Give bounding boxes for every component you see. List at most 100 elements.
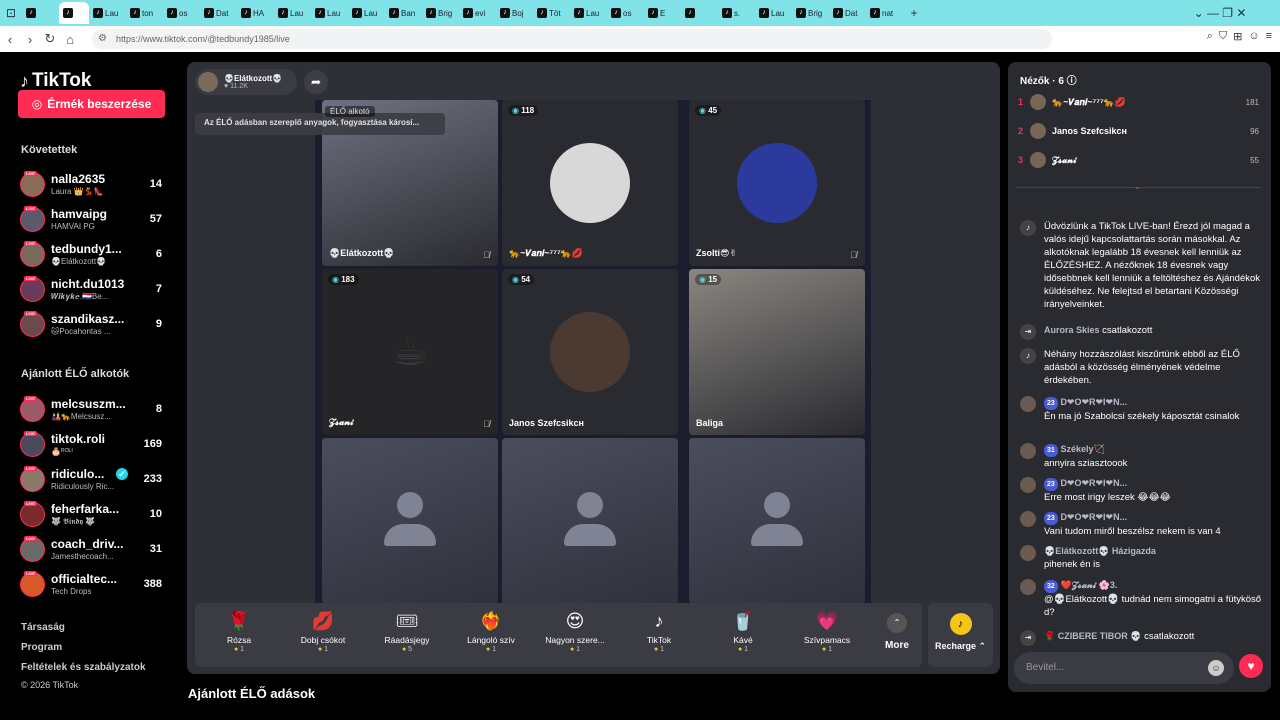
browser-tab[interactable]: ♪ Lau (89, 2, 126, 24)
browser-tab[interactable]: ♪ Lau (348, 2, 385, 24)
browser-tab[interactable]: ♪ Dat (829, 2, 866, 24)
sidebar-account[interactable]: LIVE ✔ ridiculo... Ridiculously Ric... 233 (20, 464, 168, 494)
shield-icon[interactable]: ⛉ (1219, 30, 1227, 43)
browser-tab[interactable]: ♪ evi (459, 2, 496, 24)
viewer-avatar[interactable] (1030, 94, 1046, 110)
gift-item[interactable]: 🥤 Kávé1 (702, 609, 784, 653)
tiktok-logo[interactable]: ♪ TikTok (20, 70, 91, 92)
get-coins-button[interactable]: ◎ Érmék beszerzése (18, 90, 165, 118)
chat-username[interactable]: 🌹 CZIBERE TIBOR 💀 (1044, 631, 1141, 641)
menu-icon[interactable]: ≡ (1266, 30, 1272, 43)
chat-username[interactable]: D❤O❤R❤I❤N... (1060, 397, 1127, 407)
viewer-avatar[interactable] (1030, 152, 1046, 168)
gift-item[interactable]: 😍 Nagyon szere...1 (534, 609, 616, 653)
browser-tab[interactable]: ♪ Lau (274, 2, 311, 24)
avatar[interactable]: LIVE (20, 500, 45, 527)
gift-item[interactable]: 🌹 Rózsa1 (198, 609, 280, 653)
avatar[interactable]: LIVE (20, 240, 45, 267)
video-cell[interactable]: 54 Janos Szefcsikᴄʜ (502, 269, 678, 435)
tab-search-icon[interactable]: ⊡ (0, 6, 22, 20)
gift-item[interactable]: ❤️‍🔥 Lángoló szív1 (450, 609, 532, 653)
emoji-icon[interactable]: ☺ (1208, 660, 1224, 676)
video-cell[interactable]: 45 Zsolti😎✌ 🎙̸ (689, 100, 865, 266)
viewer-avatar[interactable] (1030, 123, 1046, 139)
user-avatar[interactable] (1020, 443, 1036, 459)
footer-terms[interactable]: Feltételek és szabályzatok (21, 662, 146, 673)
viewer-row[interactable]: 1 🐆~𝑽𝒂𝒏𝒊~⁷⁷⁷🐆💋 181 (1018, 91, 1263, 113)
video-cell[interactable] (689, 438, 865, 604)
sidebar-account[interactable]: LIVE officialtec... Tech Drops 388 (20, 569, 168, 599)
user-avatar[interactable] (1020, 579, 1036, 595)
video-cell[interactable]: 118 🐆~𝑽𝒂𝒏𝒊~⁷⁷⁷🐆💋 (502, 100, 678, 266)
expand-chevron-icon[interactable]: ⌄ (1134, 182, 1141, 191)
user-avatar[interactable] (1020, 396, 1036, 412)
gift-item[interactable]: ♪ TikTok1 (618, 609, 700, 653)
browser-tab[interactable]: ♪ Lau (311, 2, 348, 24)
sidebar-account[interactable]: LIVE tiktok.roli 🎂ᴿᴼᴸᴵ 169 (20, 429, 168, 459)
chat-username[interactable]: Székely🏹 (1060, 444, 1104, 454)
chat-username[interactable]: ❤️𝓩𝓼𝓪𝓷𝓲 🌸3. (1060, 580, 1117, 590)
gift-item[interactable]: 💗 Szívpamacs1 (786, 609, 868, 653)
chat-username[interactable]: Aurora Skies (1044, 325, 1100, 335)
avatar[interactable]: LIVE (20, 170, 45, 197)
host-chip[interactable]: 💀Elátkozott💀 ♥ 11.2K (195, 69, 297, 95)
home-icon[interactable]: ⌂ (60, 32, 80, 47)
recharge-button[interactable]: ♪ Recharge ⌃ (928, 603, 993, 667)
sidebar-account[interactable]: LIVE tedbundy1... 💀Elátkozott💀 6 (20, 239, 168, 269)
browser-tab[interactable]: ♪ Boj (496, 2, 533, 24)
browser-tab[interactable]: ♪ Lau (570, 2, 607, 24)
chat-username[interactable]: 💀Elátkozott💀 Házigazda (1044, 546, 1156, 556)
new-tab-icon[interactable]: + (903, 6, 925, 20)
video-cell[interactable]: ☕ 183 𝓩𝓼𝓪𝓷𝓲 🎙̸ (322, 269, 498, 435)
browser-tab[interactable]: ♪ (681, 2, 718, 24)
gift-item[interactable]: 🎟 Ráadásjegy5 (366, 609, 448, 653)
url-field[interactable]: ⚙ https://www.tiktok.com/@tedbundy1985/l… (92, 29, 1052, 49)
zoom-icon[interactable]: ⌕ (1207, 30, 1213, 43)
viewer-row[interactable]: 2 Janos Szefcsikᴄʜ 96 (1018, 120, 1263, 142)
video-cell[interactable] (502, 438, 678, 604)
browser-tab[interactable]: ♪ os (607, 2, 644, 24)
sidebar-account[interactable]: LIVE nicht.du1013 𝑾𝒊𝒌𝒚𝒌𝒆.🇳🇱Be... 7 (20, 274, 168, 304)
browser-tab[interactable]: ♪ (22, 2, 59, 24)
avatar[interactable]: LIVE (20, 535, 45, 562)
avatar[interactable]: LIVE (20, 465, 45, 492)
reload-icon[interactable]: ↻ (40, 31, 60, 47)
gift-item[interactable]: 💋 Dobj csókot1 (282, 609, 364, 653)
forward-icon[interactable]: › (20, 32, 40, 47)
sidebar-account[interactable]: LIVE coach_driv... Jamesthecoach... 31 (20, 534, 168, 564)
share-icon[interactable]: ➦ (304, 70, 328, 94)
sidebar-account[interactable]: LIVE szandikasz... 🐱Pocahontas ... 9 (20, 309, 168, 339)
viewer-row[interactable]: 3 𝓩𝓼𝓪𝓷𝓲 55 (1018, 149, 1263, 171)
browser-tab[interactable]: ♪ HA (237, 2, 274, 24)
browser-tab[interactable]: ♪ Brig (792, 2, 829, 24)
avatar[interactable]: LIVE (20, 205, 45, 232)
like-heart-icon[interactable]: ♥ (1239, 654, 1263, 678)
user-avatar[interactable] (1020, 545, 1036, 561)
browser-tab[interactable]: ♪ Dat (200, 2, 237, 24)
browser-tab[interactable]: ♪ E (644, 2, 681, 24)
browser-tab[interactable]: ♪ Brig (422, 2, 459, 24)
avatar[interactable]: LIVE (20, 395, 45, 422)
browser-tab[interactable]: ♪ nat (866, 2, 903, 24)
browser-tab[interactable]: ♪ s. (718, 2, 755, 24)
avatar[interactable]: LIVE (20, 310, 45, 337)
avatar[interactable]: LIVE (20, 275, 45, 302)
sidebar-account[interactable]: LIVE feherfarka... 🐺 𝕭𝖎𝖓𝖉𝖞 🐺 10 (20, 499, 168, 529)
avatar[interactable]: LIVE (20, 430, 45, 457)
footer-company[interactable]: Társaság (21, 622, 65, 633)
user-avatar[interactable] (1020, 477, 1036, 493)
video-cell[interactable] (322, 438, 498, 604)
host-avatar[interactable] (198, 72, 218, 92)
profile-icon[interactable]: ☺ (1248, 30, 1259, 43)
chat-username[interactable]: D❤O❤R❤I❤N... (1060, 478, 1127, 488)
browser-tab[interactable]: ♪ Lau (755, 2, 792, 24)
video-cell[interactable]: 15 Baliga (689, 269, 865, 435)
sidebar-account[interactable]: LIVE hamvaipg HAMVAI PG 57 (20, 204, 168, 234)
avatar[interactable]: LIVE (20, 570, 45, 597)
browser-tab[interactable]: ♪ (59, 2, 89, 24)
browser-tab[interactable]: ♪ os (163, 2, 200, 24)
more-gifts-button[interactable]: ⌃ More (885, 613, 909, 651)
footer-program[interactable]: Program (21, 642, 62, 653)
viewers-title[interactable]: Nézők · 6 ⓘ (1020, 72, 1077, 87)
browser-tab[interactable]: ♪ Töt (533, 2, 570, 24)
